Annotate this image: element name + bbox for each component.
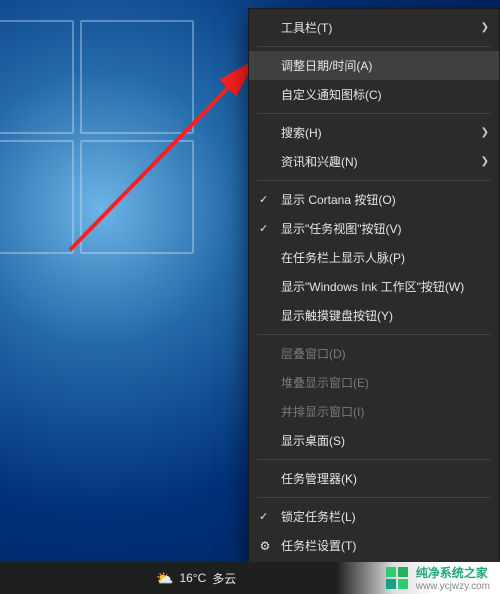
menu-item-label: 工具栏(T) (281, 19, 489, 36)
menu-item: 并排显示窗口(I) (249, 397, 499, 426)
menu-separator (257, 180, 491, 181)
weather-desc: 多云 (212, 570, 236, 587)
menu-item-label: 显示"Windows Ink 工作区"按钮(W) (281, 278, 489, 295)
menu-item[interactable]: 自定义通知图标(C) (249, 80, 499, 109)
menu-item-label: 自定义通知图标(C) (281, 86, 489, 103)
menu-item[interactable]: ✓ 显示 Cortana 按钮(O) (249, 185, 499, 214)
menu-item-label: 任务栏设置(T) (281, 537, 489, 554)
menu-item[interactable]: ⚙ 任务栏设置(T) (249, 531, 499, 560)
gear-icon: ⚙ (258, 539, 272, 553)
menu-item[interactable]: 显示桌面(S) (249, 426, 499, 455)
menu-separator (257, 113, 491, 114)
menu-item-label: 调整日期/时间(A) (281, 57, 489, 74)
menu-item: 堆叠显示窗口(E) (249, 368, 499, 397)
menu-item[interactable]: 显示触摸键盘按钮(Y) (249, 301, 499, 330)
weather-temp: 16°C (179, 571, 206, 585)
menu-item[interactable]: 资讯和兴趣(N)❯ (249, 147, 499, 176)
chevron-right-icon: ❯ (481, 156, 489, 167)
menu-item-label: 显示桌面(S) (281, 432, 489, 449)
menu-item-label: 在任务栏上显示人脉(P) (281, 249, 489, 266)
desktop-screen: 🐾 工具栏(T)❯调整日期/时间(A)自定义通知图标(C)搜索(H)❯资讯和兴趣… (0, 0, 500, 594)
menu-item[interactable]: ✓ 锁定任务栏(L) (249, 502, 499, 531)
check-icon: ✓ (259, 510, 268, 523)
taskbar-context-menu[interactable]: 工具栏(T)❯调整日期/时间(A)自定义通知图标(C)搜索(H)❯资讯和兴趣(N… (248, 8, 500, 594)
weather-widget[interactable]: ⛅ 16°C 多云 (156, 570, 236, 587)
menu-item-label: 并排显示窗口(I) (281, 403, 489, 420)
menu-item-label: 显示触摸键盘按钮(Y) (281, 307, 489, 324)
brand-url: www.ycjwzy.com (416, 581, 490, 592)
menu-item[interactable]: 工具栏(T)❯ (249, 13, 499, 42)
chevron-right-icon: ❯ (481, 22, 489, 33)
menu-item[interactable]: ✓ 显示"任务视图"按钮(V) (249, 214, 499, 243)
menu-item-label: 层叠窗口(D) (281, 345, 489, 362)
menu-item[interactable]: 调整日期/时间(A) (249, 51, 499, 80)
brand-logo-icon (386, 567, 408, 589)
menu-item-label: 堆叠显示窗口(E) (281, 374, 489, 391)
windows-logo-light (0, 20, 240, 300)
menu-item: 层叠窗口(D) (249, 339, 499, 368)
menu-separator (257, 46, 491, 47)
brand-title: 纯净系统之家 (416, 564, 490, 581)
menu-item-label: 锁定任务栏(L) (281, 508, 489, 525)
menu-item-label: 显示"任务视图"按钮(V) (281, 220, 489, 237)
check-icon: ✓ (259, 193, 268, 206)
menu-separator (257, 334, 491, 335)
menu-separator (257, 497, 491, 498)
menu-item[interactable]: 搜索(H)❯ (249, 118, 499, 147)
chevron-right-icon: ❯ (481, 127, 489, 138)
watermark-brand: 纯净系统之家 www.ycjwzy.com (336, 562, 500, 594)
menu-item[interactable]: 显示"Windows Ink 工作区"按钮(W) (249, 272, 499, 301)
menu-item-label: 搜索(H) (281, 124, 489, 141)
weather-icon: ⛅ (156, 570, 173, 587)
menu-item[interactable]: 在任务栏上显示人脉(P) (249, 243, 499, 272)
menu-item-label: 显示 Cortana 按钮(O) (281, 191, 489, 208)
menu-item-label: 任务管理器(K) (281, 470, 489, 487)
check-icon: ✓ (259, 222, 268, 235)
menu-separator (257, 459, 491, 460)
menu-item-label: 资讯和兴趣(N) (281, 153, 489, 170)
menu-item[interactable]: 任务管理器(K) (249, 464, 499, 493)
